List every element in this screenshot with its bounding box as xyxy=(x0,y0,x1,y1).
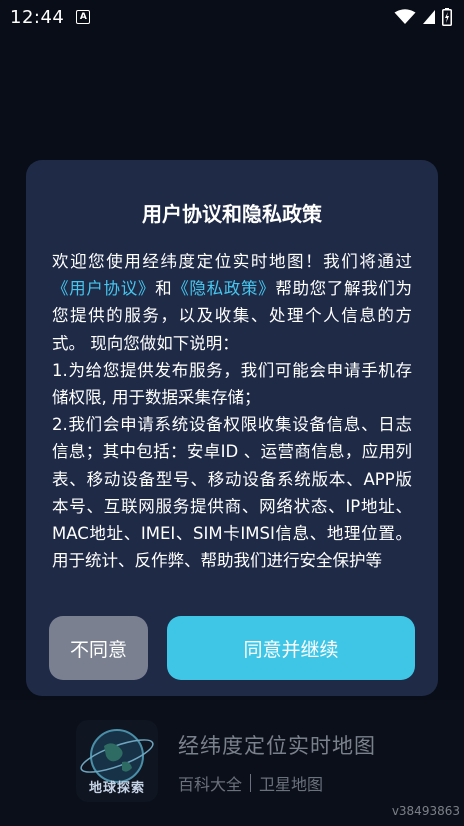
status-bar: 12:44 A xyxy=(0,0,464,34)
app-tag: 卫星地图 xyxy=(259,775,324,794)
user-agreement-link[interactable]: 《用户协议》 xyxy=(52,279,155,298)
point-1: 1.为给您提供发布服务，我们可能会申请手机存储权限, 用于数据采集存储； xyxy=(52,360,412,408)
point-2: 2.我们会申请系统设备权限收集设备信息、日志信息；其中包括：安卓ID 、运营商信… xyxy=(52,415,412,571)
battery-icon xyxy=(442,8,452,26)
intro-text: 欢迎您使用经纬度定位实时地图！我们将通过 xyxy=(52,252,412,271)
status-time: 12:44 xyxy=(10,6,65,28)
app-tags: 百科大全 卫星地图 xyxy=(178,771,323,795)
notification-a-icon: A xyxy=(76,10,91,24)
status-icons xyxy=(394,8,452,26)
agree-continue-button[interactable]: 同意并继续 xyxy=(167,616,415,680)
app-logo-text: 地球探索 xyxy=(88,781,145,796)
dialog-title: 用户协议和隐私政策 xyxy=(142,202,322,226)
decline-button[interactable]: 不同意 xyxy=(49,616,148,680)
dialog-body[interactable]: 欢迎您使用经纬度定位实时地图！我们将通过《用户协议》和《隐私政策》帮助您了解我们… xyxy=(52,248,412,596)
app-tag: 百科大全 xyxy=(178,775,243,794)
app-logo: 地球探索 xyxy=(76,720,158,802)
intro-paragraph: 欢迎您使用经纬度定位实时地图！我们将通过《用户协议》和《隐私政策》帮助您了解我们… xyxy=(52,248,412,357)
privacy-policy-link[interactable]: 《隐私政策》 xyxy=(172,279,275,298)
wifi-icon xyxy=(394,9,416,25)
version-label: v38493863 xyxy=(391,804,460,818)
signal-icon xyxy=(422,9,436,25)
privacy-dialog: 用户协议和隐私政策 欢迎您使用经纬度定位实时地图！我们将通过《用户协议》和《隐私… xyxy=(26,160,438,696)
tag-divider xyxy=(250,774,252,792)
and-text: 和 xyxy=(155,279,173,299)
scroll-fade xyxy=(26,568,438,600)
app-name: 经纬度定位实时地图 xyxy=(178,734,376,758)
